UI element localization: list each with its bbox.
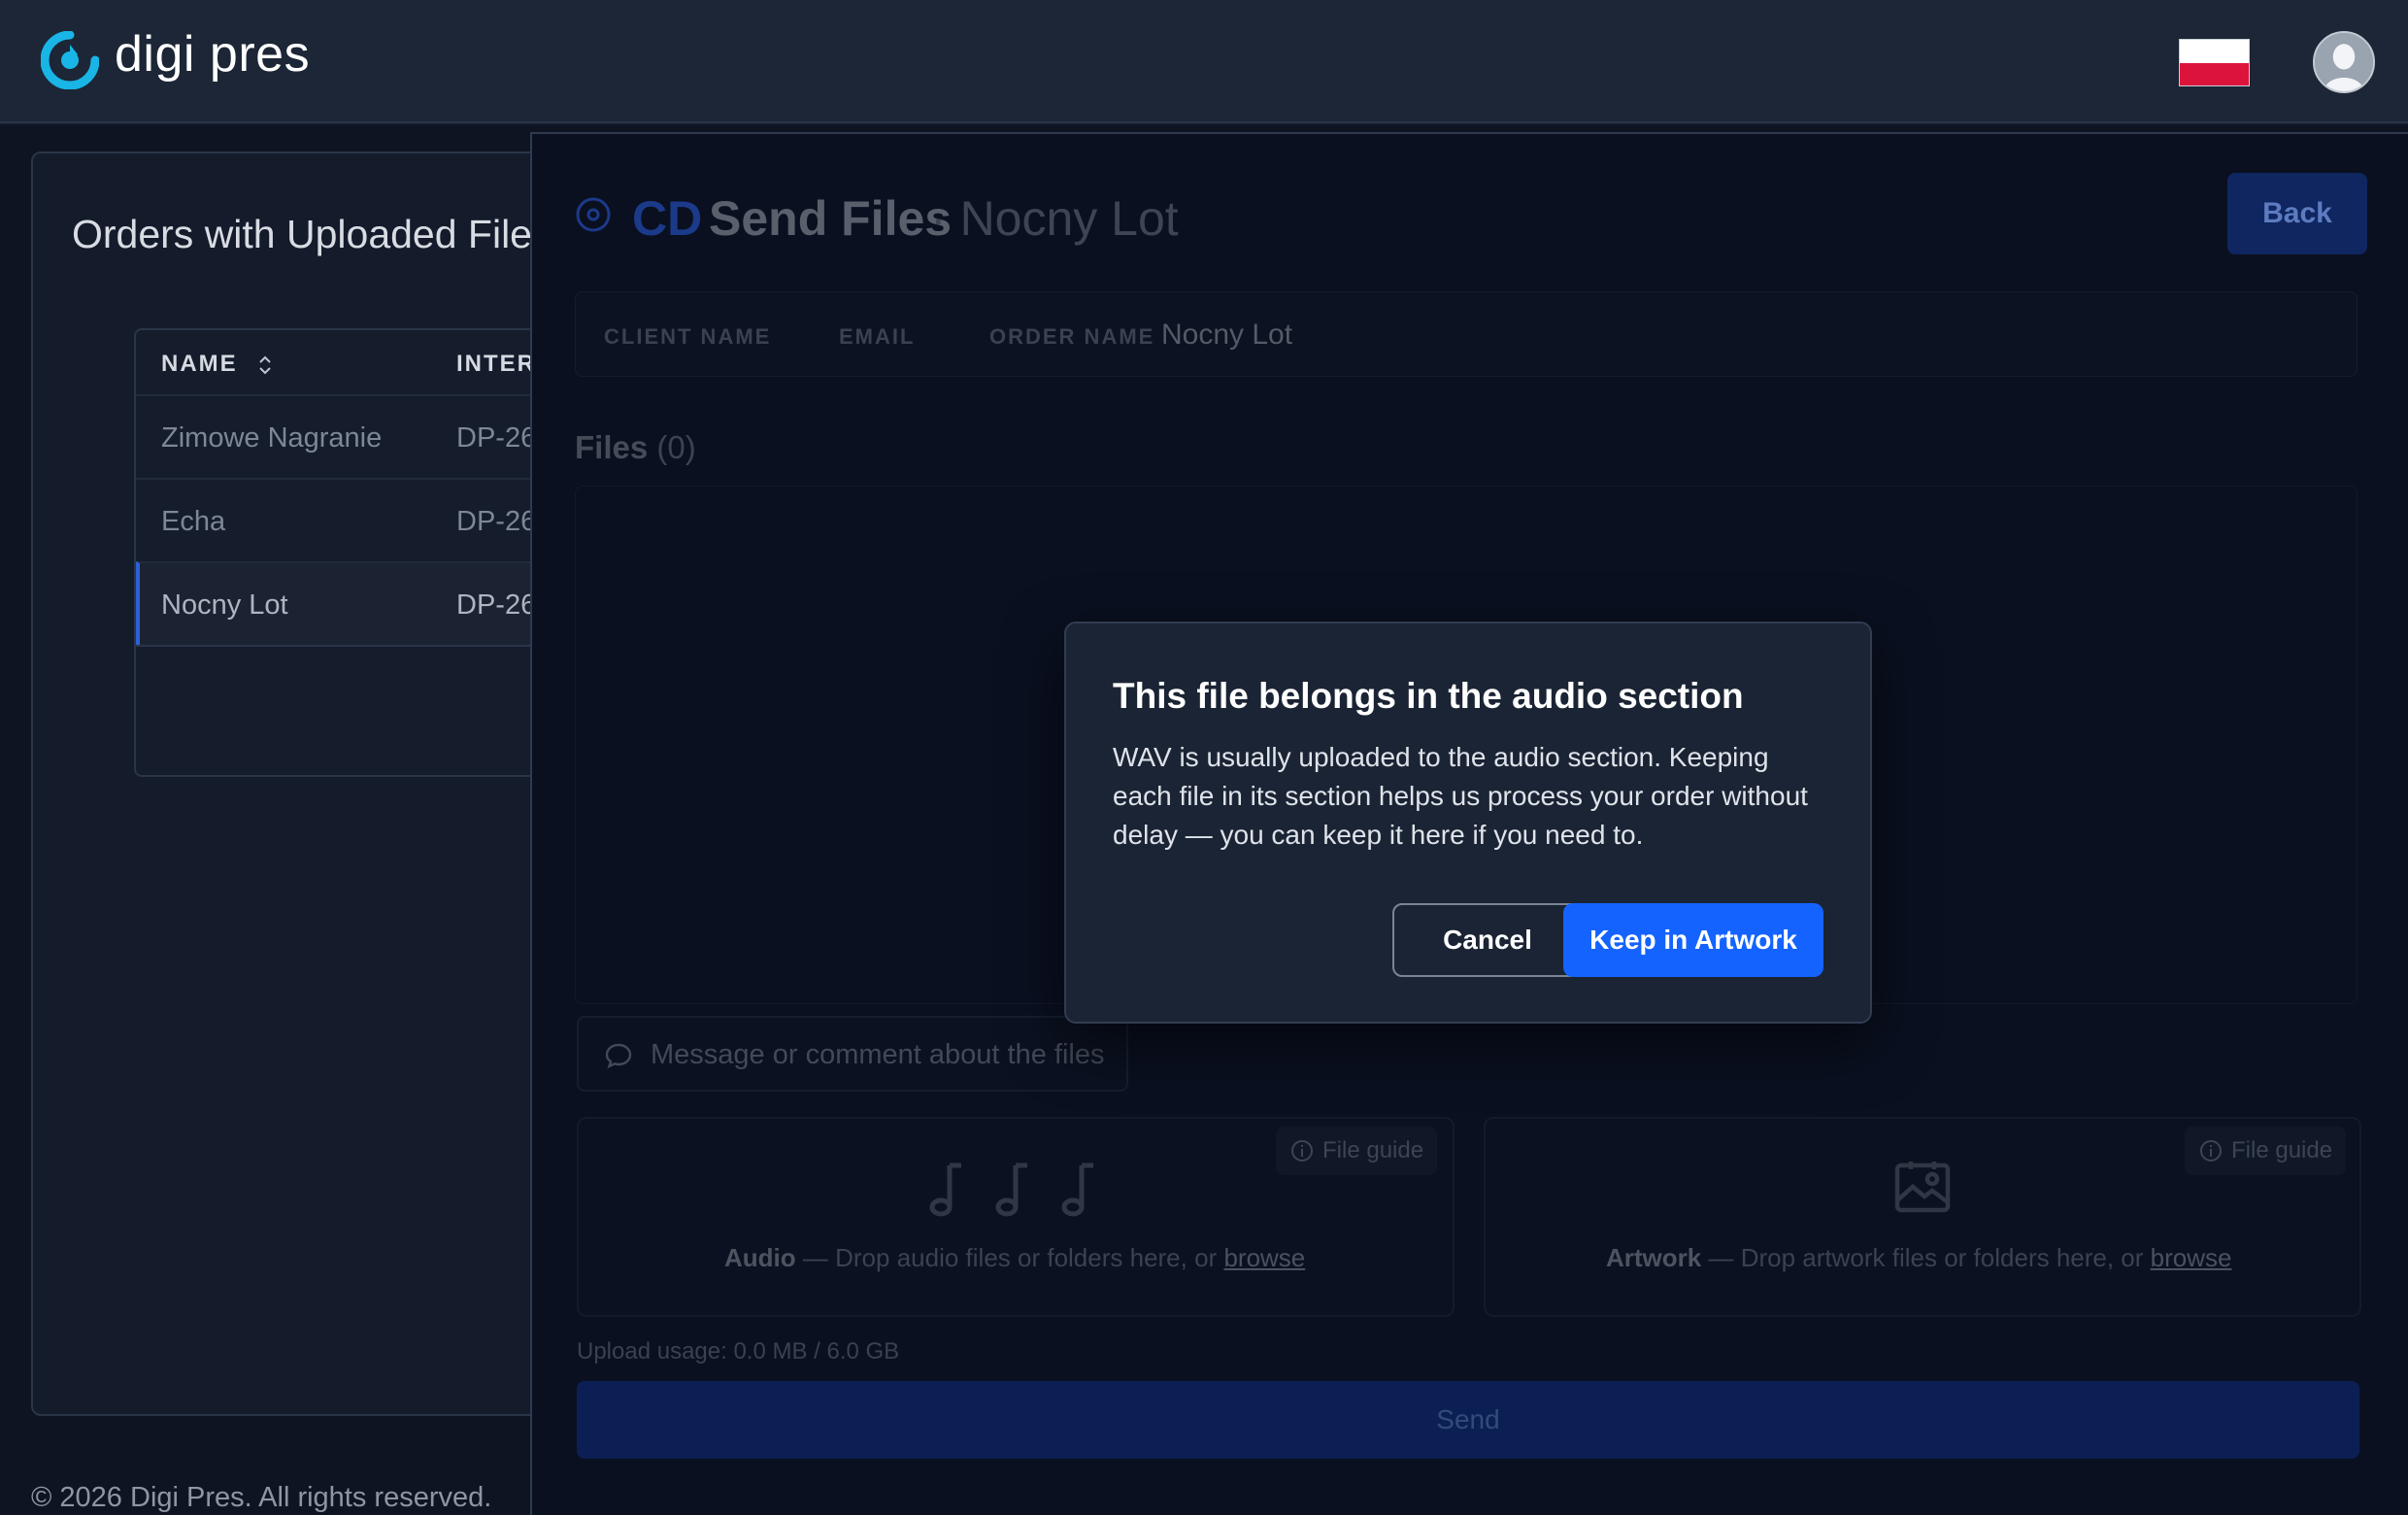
sort-icon[interactable] bbox=[255, 353, 275, 378]
footer-copyright: © 2026 Digi Pres. All rights reserved. bbox=[31, 1482, 492, 1513]
digipres-logo-icon[interactable] bbox=[41, 31, 99, 89]
audio-drop-instructions: Drop audio files or folders here, or bbox=[835, 1243, 1218, 1272]
files-count: (0) bbox=[656, 429, 696, 465]
files-heading: Files (0) bbox=[575, 429, 696, 466]
artwork-drop-dash: — bbox=[1708, 1243, 1734, 1272]
table-row-selected[interactable]: Nocny Lot DP-26 bbox=[136, 561, 579, 645]
table-row[interactable]: Echa DP-26 bbox=[136, 478, 579, 561]
row-name: Nocny Lot bbox=[161, 589, 288, 621]
row-internal: DP-26 bbox=[456, 506, 537, 537]
info-icon bbox=[1291, 1140, 1313, 1162]
artwork-file-guide-button[interactable]: File guide bbox=[2185, 1127, 2347, 1175]
back-button[interactable]: Back bbox=[2227, 173, 2367, 254]
file-guide-label: File guide bbox=[1322, 1137, 1424, 1163]
dialog-body: WAV is usually uploaded to the audio sec… bbox=[1113, 742, 1808, 850]
disc-icon bbox=[576, 197, 611, 232]
order-name-value: Nocny Lot bbox=[1161, 319, 1293, 351]
row-name: Zimowe Nagranie bbox=[161, 422, 383, 454]
table-row[interactable]: Zimowe Nagranie DP-26 bbox=[136, 394, 579, 478]
message-button-label: Message or comment about the files bbox=[651, 1039, 1105, 1070]
send-button[interactable]: Send bbox=[577, 1381, 2359, 1459]
user-avatar-icon[interactable] bbox=[2313, 31, 2375, 93]
brand-wordmark[interactable]: digi pres bbox=[115, 25, 310, 84]
artwork-drop-text: Artwork — Drop artwork files or folders … bbox=[1606, 1243, 2232, 1273]
orders-card-title: Orders with Uploaded Files bbox=[72, 212, 552, 256]
column-header-internal[interactable]: INTER bbox=[456, 330, 536, 394]
artwork-browse-link[interactable]: browse bbox=[2151, 1243, 2232, 1272]
dialog-title: This file belongs in the audio section bbox=[1113, 676, 1744, 716]
cancel-button[interactable]: Cancel bbox=[1392, 903, 1583, 977]
title-format: CD bbox=[632, 191, 703, 246]
row-name: Echa bbox=[161, 506, 226, 537]
client-name-label: CLIENT NAME bbox=[604, 324, 772, 349]
order-name-label: ORDER NAME bbox=[989, 324, 1155, 349]
audio-file-guide-button[interactable]: File guide bbox=[1276, 1127, 1438, 1175]
audio-browse-link[interactable]: browse bbox=[1223, 1243, 1305, 1272]
title-separator: · bbox=[930, 191, 947, 246]
file-guide-label: File guide bbox=[2231, 1137, 2333, 1163]
message-icon bbox=[605, 1043, 632, 1069]
info-icon bbox=[2200, 1140, 2222, 1162]
email-label: EMAIL bbox=[839, 324, 916, 349]
poland-flag-icon[interactable] bbox=[2179, 39, 2250, 86]
artwork-drop-instructions: Drop artwork files or folders here, or bbox=[1740, 1243, 2144, 1272]
music-notes-icon bbox=[929, 1162, 1093, 1217]
column-header-name-label: NAME bbox=[161, 351, 238, 377]
top-bar bbox=[0, 0, 2408, 123]
audio-drop-dash: — bbox=[802, 1243, 828, 1272]
column-header-name[interactable]: NAME bbox=[161, 330, 275, 394]
files-label: Files bbox=[575, 429, 649, 465]
image-icon bbox=[1894, 1162, 1951, 1213]
audio-drop-title: Audio bbox=[724, 1243, 796, 1272]
panel-title-order: · Nocny Lot bbox=[930, 190, 1179, 247]
row-internal: DP-26 bbox=[456, 422, 537, 454]
artwork-drop-title: Artwork bbox=[1606, 1243, 1702, 1272]
brand-name-part1: digi bbox=[115, 26, 195, 83]
upload-usage-text: Upload usage: 0.0 MB / 6.0 GB bbox=[577, 1338, 900, 1364]
keep-in-artwork-button[interactable]: Keep in Artwork bbox=[1563, 903, 1823, 977]
brand-name-part2: pres bbox=[209, 26, 311, 83]
row-internal: DP-26 bbox=[456, 589, 537, 621]
orders-table: NAME INTER Zimowe Nagranie DP-26 Echa DP… bbox=[134, 328, 581, 777]
panel-title: Send Files bbox=[709, 191, 953, 246]
audio-drop-text: Audio — Drop audio files or folders here… bbox=[724, 1243, 1305, 1273]
table-pagination: 10 bbox=[136, 645, 579, 775]
title-order-name: Nocny Lot bbox=[959, 191, 1179, 246]
